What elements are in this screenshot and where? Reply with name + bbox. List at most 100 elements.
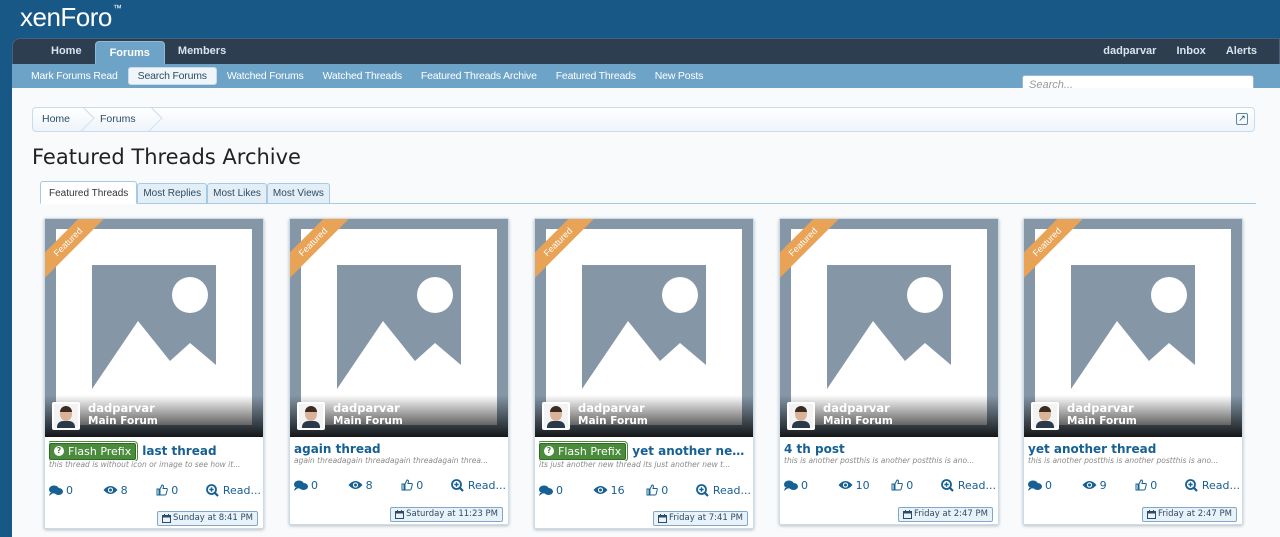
thread-author[interactable]: dadparvar: [333, 401, 400, 415]
question-icon: ?: [54, 446, 64, 456]
read-more-link[interactable]: Read...: [940, 478, 996, 492]
thread-snippet: this is another postthis is another post…: [1028, 456, 1219, 465]
new-posts-link[interactable]: New Posts: [646, 68, 712, 84]
thread-forum[interactable]: Main Forum: [1067, 415, 1137, 427]
thread-forum[interactable]: Main Forum: [88, 415, 158, 427]
thread-date[interactable]: Saturday at 11:23 PM: [390, 507, 503, 522]
comments-icon: [1028, 480, 1042, 491]
thread-stats: 0 9 0 Read...: [1028, 477, 1240, 493]
image-placeholder-icon: [1071, 265, 1195, 389]
thread-snippet: this thread is without icon or image to …: [49, 460, 241, 469]
image-placeholder-icon: [92, 265, 216, 389]
thread-card-2[interactable]: Featured dadparvar Main Forum again thre…: [289, 218, 509, 525]
calendar-icon: [395, 510, 405, 519]
views-count: 10: [838, 479, 892, 492]
thread-card-5[interactable]: Featured dadparvar Main Forum yet anothe…: [1023, 218, 1243, 525]
tab-featured-threads[interactable]: Featured Threads: [40, 181, 138, 204]
archive-tabs: Featured Threads Most Replies Most Likes…: [40, 180, 1256, 204]
featured-threads-link[interactable]: Featured Threads: [547, 68, 645, 84]
thread-forum[interactable]: Main Forum: [823, 415, 893, 427]
featured-threads-archive-link[interactable]: Featured Threads Archive: [412, 68, 546, 84]
likes-count: 0: [401, 479, 451, 492]
thread-thumbnail[interactable]: Featured dadparvar Main Forum: [535, 219, 753, 437]
alerts-link[interactable]: Alerts: [1216, 39, 1267, 65]
thumbs-up-icon: [401, 479, 413, 491]
thread-author[interactable]: dadparvar: [823, 401, 890, 415]
replies-count: 0: [1028, 479, 1082, 492]
xenforo-logo[interactable]: xenForo™: [20, 4, 122, 31]
image-placeholder-icon: [337, 265, 461, 389]
thread-author[interactable]: dadparvar: [88, 401, 155, 415]
thread-author[interactable]: dadparvar: [1067, 401, 1134, 415]
thread-date[interactable]: Sunday at 8:41 PM: [157, 511, 258, 526]
main-navigation: Home Forums Members dadparvar Inbox Aler…: [12, 38, 1280, 65]
thread-date[interactable]: Friday at 2:47 PM: [1142, 507, 1237, 522]
read-more-link[interactable]: Read...: [205, 484, 261, 497]
watched-forums-link[interactable]: Watched Forums: [218, 68, 313, 84]
tab-most-likes[interactable]: Most Likes: [207, 183, 267, 203]
zoom-in-icon: [450, 478, 464, 492]
nav-tab-forums[interactable]: Forums: [94, 41, 165, 65]
thread-snippet: again threadagain threadagain threadagai…: [294, 456, 489, 465]
avatar[interactable]: [1031, 402, 1059, 430]
breadcrumb-home[interactable]: Home: [33, 108, 86, 131]
thread-thumbnail[interactable]: Featured dadparvar Main Forum: [45, 219, 263, 437]
search-forums-link[interactable]: Search Forums: [127, 67, 217, 85]
thread-date[interactable]: Friday at 2:47 PM: [898, 507, 993, 522]
thread-date[interactable]: Friday at 7:41 PM: [653, 511, 748, 526]
thread-forum[interactable]: Main Forum: [333, 415, 403, 427]
mark-forums-read-link[interactable]: Mark Forums Read: [22, 68, 127, 84]
thumbs-up-icon: [646, 484, 658, 496]
thread-prefix[interactable]: ? Flash Prefix: [49, 442, 137, 460]
comments-icon: [49, 485, 63, 496]
zoom-in-icon: [940, 478, 954, 492]
replies-count: 0: [539, 484, 593, 497]
page-content: Home Forums ↗ Featured Threads Archive F…: [12, 88, 1280, 537]
thread-card-3[interactable]: Featured dadparvar Main Forum ? Flash Pre…: [534, 218, 754, 529]
read-more-link[interactable]: Read...: [450, 478, 506, 492]
calendar-icon: [1147, 510, 1157, 519]
thread-title[interactable]: 4 th post: [784, 442, 845, 456]
nav-tab-home[interactable]: Home: [13, 39, 95, 65]
watched-threads-link[interactable]: Watched Threads: [314, 68, 411, 84]
thread-card-4[interactable]: Featured dadparvar Main Forum 4 th post …: [779, 218, 999, 525]
thumbs-up-icon: [1135, 479, 1147, 491]
thread-title[interactable]: yet another thread: [1028, 442, 1156, 456]
image-placeholder-icon: [582, 265, 706, 389]
thread-thumbnail[interactable]: Featured dadparvar Main Forum: [1024, 219, 1242, 437]
thread-stats: 0 10 0 Read...: [784, 477, 996, 493]
likes-count: 0: [891, 479, 941, 492]
thread-snippet: its just another new thread its just ano…: [539, 460, 731, 469]
thread-prefix[interactable]: ? Flash Prefix: [539, 442, 627, 460]
read-more-link[interactable]: Read...: [1184, 479, 1240, 492]
thread-forum[interactable]: Main Forum: [578, 415, 648, 427]
avatar[interactable]: [787, 402, 815, 430]
thread-title[interactable]: last thread: [142, 444, 216, 458]
avatar[interactable]: [297, 402, 325, 430]
nav-tab-members[interactable]: Members: [165, 39, 239, 65]
eye-icon: [593, 486, 608, 494]
breadcrumb: Home Forums ↗: [32, 107, 1255, 132]
replies-count: 0: [784, 479, 838, 492]
breadcrumb-forums[interactable]: Forums: [86, 108, 154, 131]
eye-icon: [103, 486, 118, 494]
inbox-link[interactable]: Inbox: [1166, 39, 1215, 65]
tab-most-replies[interactable]: Most Replies: [137, 183, 208, 203]
tab-most-views[interactable]: Most Views: [266, 183, 330, 203]
eye-icon: [348, 481, 363, 489]
read-more-link[interactable]: Read...: [695, 484, 751, 497]
thread-title[interactable]: yet another new..: [632, 444, 751, 458]
image-placeholder-icon: [827, 265, 951, 389]
thread-card-1[interactable]: Featured dadparvar Main Forum ? Flash Pre…: [44, 218, 264, 529]
thread-thumbnail[interactable]: Featured dadparvar Main Forum: [290, 219, 508, 437]
likes-count: 0: [156, 484, 206, 497]
avatar[interactable]: [542, 402, 570, 430]
account-link[interactable]: dadparvar: [1093, 39, 1166, 65]
thread-author[interactable]: dadparvar: [578, 401, 645, 415]
avatar[interactable]: [52, 402, 80, 430]
thread-thumbnail[interactable]: Featured dadparvar Main Forum: [780, 219, 998, 437]
expand-icon[interactable]: ↗: [1236, 113, 1248, 125]
thread-snippet: this is another postthis is another post…: [784, 456, 975, 465]
views-count: 16: [593, 484, 647, 497]
thread-title[interactable]: again thread: [294, 442, 381, 456]
